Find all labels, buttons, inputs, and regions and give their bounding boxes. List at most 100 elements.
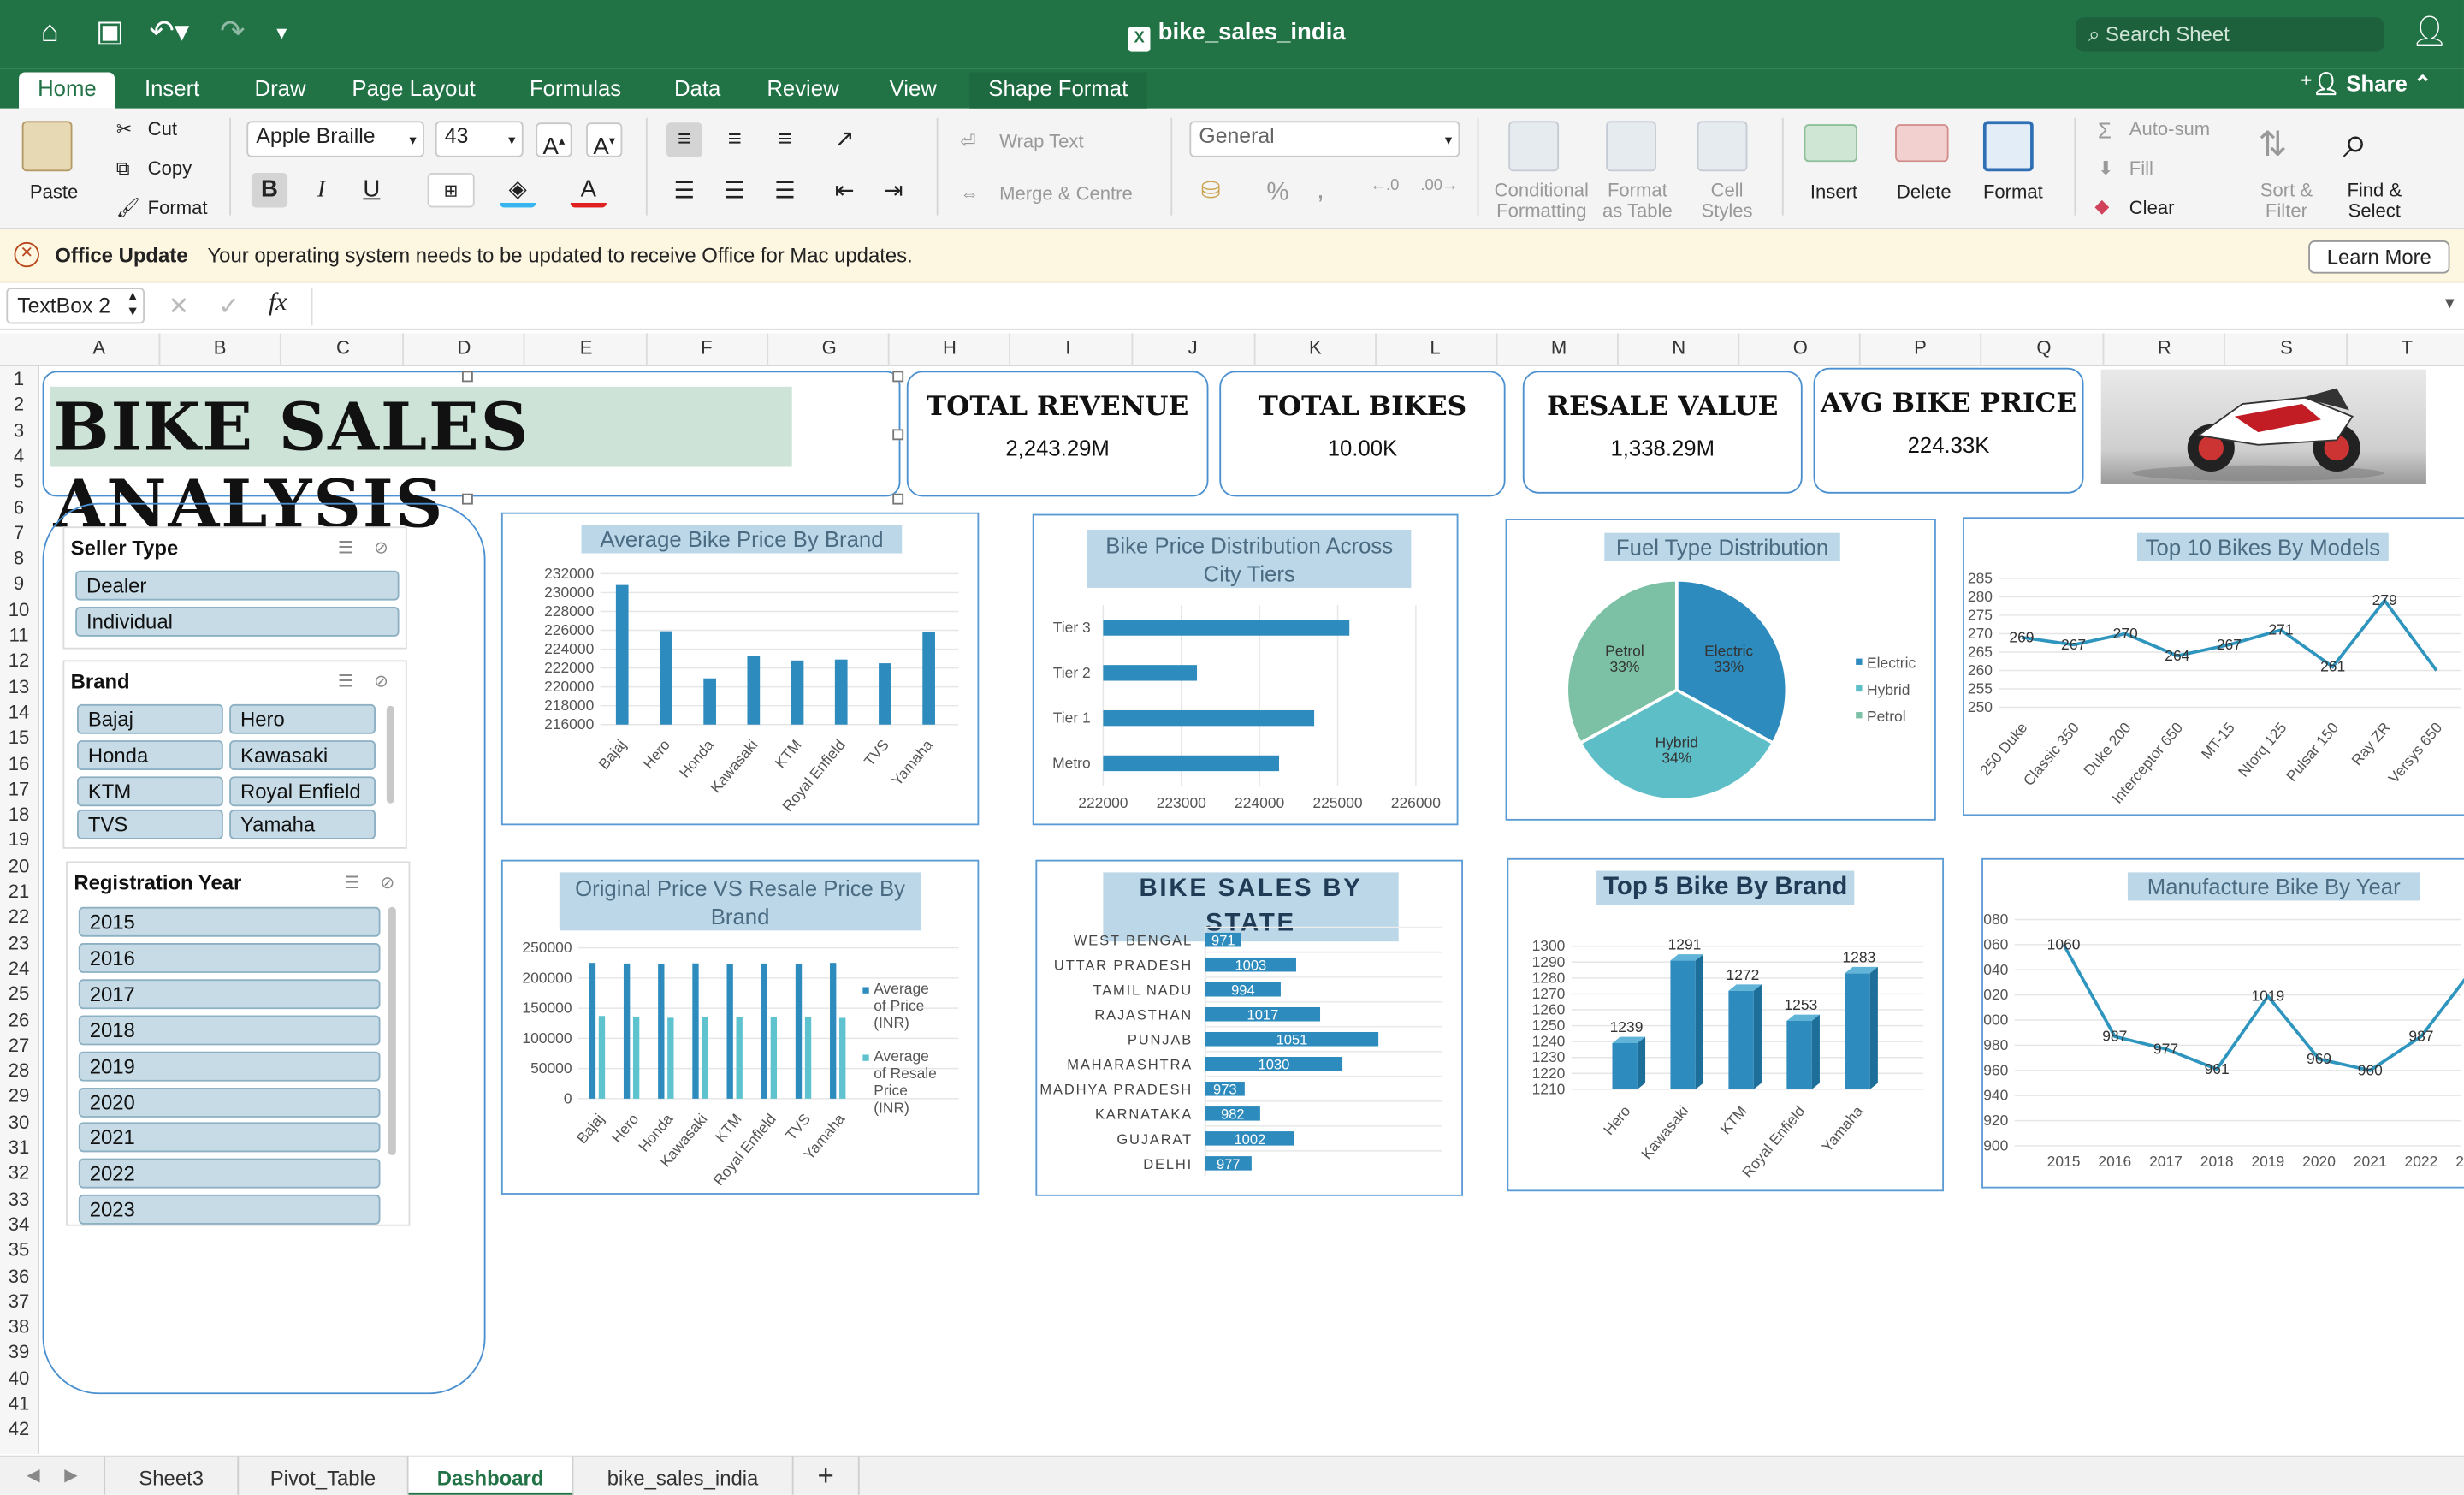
slicer-item-bajaj[interactable]: Bajaj [76, 703, 223, 734]
tab-draw[interactable]: Draw [236, 72, 325, 108]
cell-styles-icon[interactable] [1697, 121, 1748, 172]
fill-button[interactable]: Fill [2129, 157, 2153, 180]
chart-city-tiers[interactable]: Bike Price Distribution Across City Tier… [1032, 513, 1459, 826]
paste-button[interactable]: Paste [30, 181, 78, 203]
orientation-icon[interactable]: ↗ [826, 122, 862, 157]
conditional-formatting-button[interactable]: Conditional Formatting [1493, 180, 1590, 222]
format-as-table-button[interactable]: Format as Table [1600, 180, 1675, 222]
column-header-p[interactable]: P [1914, 336, 1927, 359]
slicer-scrollbar[interactable] [386, 705, 395, 804]
copy-button[interactable]: Copy [148, 157, 192, 180]
row-header-30[interactable]: 30 [0, 1111, 38, 1133]
comma-button[interactable]: , [1317, 175, 1324, 206]
home-icon[interactable]: ⌂ [41, 15, 59, 50]
row-header-8[interactable]: 8 [0, 547, 38, 569]
multi-select-icon[interactable]: ☰ [344, 872, 359, 893]
font-size-select[interactable]: 43 ▾ [435, 121, 524, 157]
italic-button[interactable]: I [303, 173, 339, 207]
account-icon[interactable]: 👤︎ [2411, 15, 2449, 50]
tab-insert[interactable]: Insert [126, 72, 218, 108]
slicer-item-2019[interactable]: 2019 [78, 1051, 381, 1081]
slicer-scrollbar[interactable] [388, 906, 396, 1155]
row-header-40[interactable]: 40 [0, 1367, 38, 1389]
column-header-f[interactable]: F [701, 336, 712, 359]
cancel-icon[interactable]: ✕ [169, 291, 190, 323]
column-header-c[interactable]: C [336, 336, 350, 359]
merge-icon[interactable]: ⇔ [960, 182, 979, 205]
row-header-20[interactable]: 20 [0, 855, 38, 877]
format-cells-icon[interactable] [1982, 121, 2034, 172]
dashboard-title-box[interactable]: BIKE SALES ANALYSIS [42, 371, 901, 543]
number-format-select[interactable]: General ▾ [1189, 121, 1460, 157]
row-header-39[interactable]: 39 [0, 1341, 38, 1363]
wrap-text-button[interactable]: Wrap Text [999, 130, 1083, 152]
align-top-button[interactable]: ≡ [666, 122, 703, 157]
fill-color-icon[interactable]: ◈ [500, 173, 536, 208]
row-header-37[interactable]: 37 [0, 1290, 38, 1313]
row-header-14[interactable]: 14 [0, 701, 38, 723]
tab-home[interactable]: Home [19, 72, 116, 109]
autosum-button[interactable]: Auto-sum [2129, 118, 2210, 140]
column-header-i[interactable]: I [1065, 336, 1070, 359]
row-header-1[interactable]: 1 [0, 368, 38, 390]
chevron-down-icon[interactable]: ▼ [2442, 295, 2457, 312]
row-header-19[interactable]: 19 [0, 829, 38, 851]
chart-fuel-type[interactable]: Fuel Type Distribution Electric 33% Electr… [1505, 519, 1936, 821]
enter-icon[interactable]: ✓ [218, 291, 240, 323]
column-header-r[interactable]: R [2158, 336, 2171, 359]
row-header-33[interactable]: 33 [0, 1188, 38, 1210]
customize-toolbar-icon[interactable]: ▾ [276, 15, 287, 50]
multi-select-icon[interactable]: ☰ [338, 671, 353, 691]
align-left-button[interactable]: ☰ [666, 175, 702, 209]
insert-cells-button[interactable]: Insert [1810, 181, 1857, 203]
slicer-item-dealer[interactable]: Dealer [75, 570, 400, 601]
sort-filter-button[interactable]: Sort & Filter [2258, 180, 2314, 222]
tab-formulas[interactable]: Formulas [511, 72, 640, 108]
delete-cells-icon[interactable] [1895, 124, 1949, 163]
cut-icon[interactable]: ✂ [116, 118, 132, 140]
align-center-button[interactable]: ☰ [717, 175, 753, 209]
increase-decimal-icon[interactable]: ←.0 [1371, 178, 1400, 195]
chart-top5-brand[interactable]: Top 5 Bike By Brand 1300 1290 1280 1270 1260… [1507, 857, 1945, 1192]
copy-icon[interactable]: ⧉ [116, 157, 130, 181]
slicer-item-yamaha[interactable]: Yamaha [229, 809, 376, 839]
slicer-item-royal-enfield[interactable]: Royal Enfield [229, 776, 376, 807]
column-header-t[interactable]: T [2402, 336, 2413, 359]
row-header-21[interactable]: 21 [0, 881, 38, 903]
row-header-13[interactable]: 13 [0, 675, 38, 697]
align-right-button[interactable]: ☰ [767, 175, 803, 209]
row-header-32[interactable]: 32 [0, 1162, 38, 1184]
row-header-36[interactable]: 36 [0, 1265, 38, 1287]
row-header-26[interactable]: 26 [0, 1008, 38, 1030]
increase-indent-icon[interactable]: ⇥ [875, 175, 911, 209]
slicer-item-2017[interactable]: 2017 [78, 978, 381, 1009]
row-header-25[interactable]: 25 [0, 982, 38, 1005]
chart-top10-models[interactable]: Top 10 Bikes By Models 285 280 275 270 265 26… [1963, 517, 2464, 816]
decrease-indent-icon[interactable]: ⇤ [826, 175, 862, 209]
slicer-item-2016[interactable]: 2016 [78, 942, 381, 973]
row-header-4[interactable]: 4 [0, 445, 38, 467]
find-select-button[interactable]: Find & Select [2344, 180, 2404, 222]
column-header-l[interactable]: L [1430, 336, 1440, 359]
slicer-item-2023[interactable]: 2023 [78, 1195, 381, 1225]
row-header-35[interactable]: 35 [0, 1239, 38, 1261]
column-header-h[interactable]: H [943, 336, 957, 359]
row-header-16[interactable]: 16 [0, 752, 38, 774]
slicer-item-2021[interactable]: 2021 [78, 1123, 381, 1154]
paste-icon[interactable] [21, 121, 73, 172]
slicer-item-honda[interactable]: Honda [76, 740, 223, 770]
decrease-decimal-icon[interactable]: .00→ [1420, 178, 1458, 195]
increase-font-icon[interactable]: A▴ [536, 122, 572, 160]
resize-handle[interactable] [892, 371, 904, 383]
tab-page-layout[interactable]: Page Layout [333, 72, 494, 108]
sheet-tab-sheet3[interactable]: Sheet3 [104, 1456, 240, 1495]
row-header-6[interactable]: 6 [0, 495, 38, 518]
chart-avg-price-brand[interactable]: Average Bike Price By Brand 232000 230000… [500, 512, 980, 826]
column-header-o[interactable]: O [1793, 336, 1808, 359]
row-header-9[interactable]: 9 [0, 572, 38, 595]
close-icon[interactable]: ✕ [14, 241, 39, 268]
format-as-table-icon[interactable] [1606, 121, 1656, 172]
slicer-item-2022[interactable]: 2022 [78, 1159, 381, 1189]
row-header-11[interactable]: 11 [0, 624, 38, 646]
clear-filter-icon[interactable]: ⊘ [374, 537, 388, 558]
